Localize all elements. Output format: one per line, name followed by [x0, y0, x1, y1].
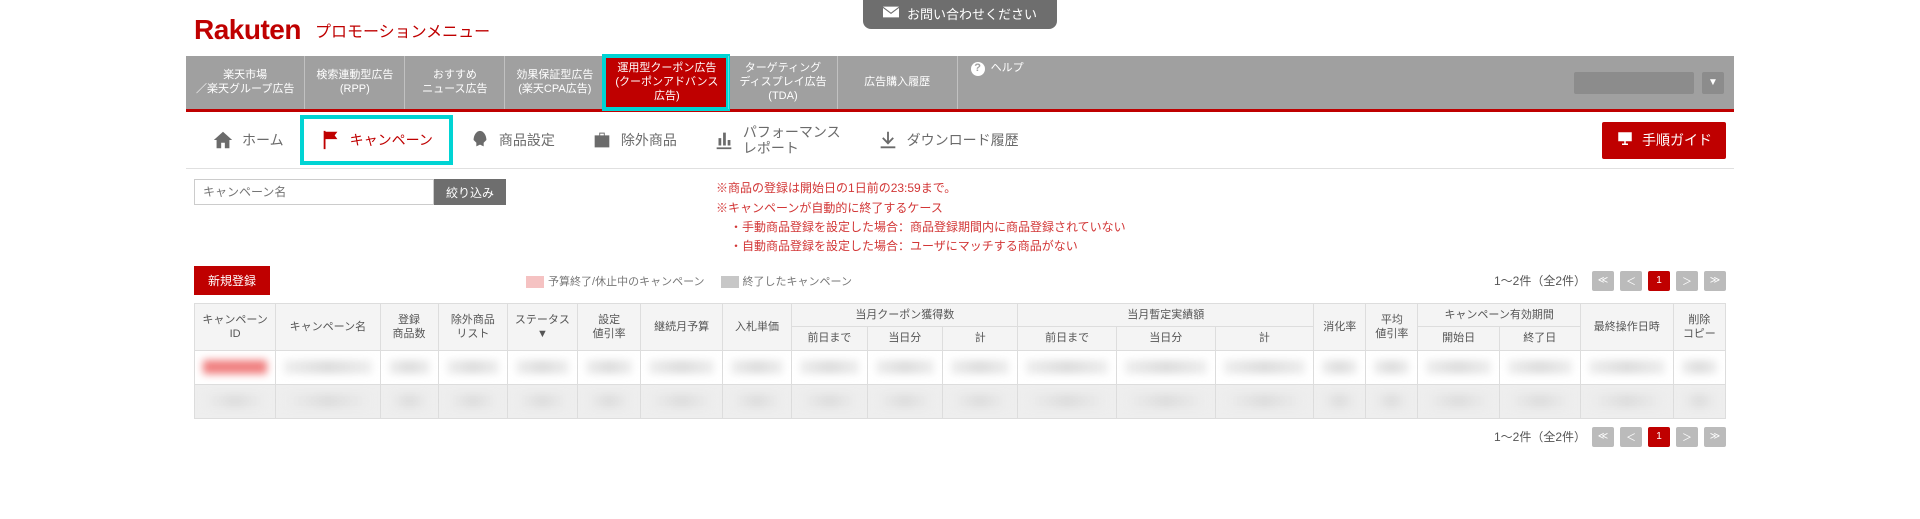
tab-product-settings[interactable]: 商品設定: [451, 117, 573, 163]
global-nav: 楽天市場／楽天グループ広告 検索連動型広告(RPP) おすすめニュース広告 効果…: [186, 56, 1734, 112]
pager-next[interactable]: ＞: [1676, 427, 1698, 447]
col-budget[interactable]: 継続月予算: [641, 304, 722, 351]
guide-button[interactable]: 手順ガイド: [1602, 122, 1726, 159]
col-amount-total[interactable]: 計: [1215, 327, 1314, 350]
pager-prev[interactable]: ＜: [1620, 271, 1642, 291]
pager-next[interactable]: ＞: [1676, 271, 1698, 291]
account-dropdown[interactable]: ▼: [1702, 72, 1724, 94]
tab-campaign[interactable]: キャンペーン: [302, 117, 451, 163]
sub-nav: ホーム キャンペーン 商品設定 除外商品 パフォーマンスレポート ダウンロード履…: [186, 112, 1734, 169]
pager-first[interactable]: ≪: [1592, 271, 1614, 291]
col-amount-today[interactable]: 当日分: [1116, 327, 1215, 350]
tab-home[interactable]: ホーム: [194, 117, 302, 163]
table-row[interactable]: [195, 350, 1726, 384]
col-rate[interactable]: 消化率: [1314, 304, 1366, 351]
briefcase-icon: [591, 129, 613, 151]
new-register-button[interactable]: 新規登録: [194, 266, 270, 295]
tab-exclude-products[interactable]: 除外商品: [573, 117, 695, 163]
gnav-purchase-history[interactable]: 広告購入履歴: [837, 56, 957, 109]
pager-text: 1～2件（全2件）: [1494, 428, 1586, 445]
gnav-help[interactable]: ?ヘルプ: [957, 56, 1037, 109]
gnav-rpp[interactable]: 検索連動型広告(RPP): [304, 56, 404, 109]
legend: 予算終了/休止中のキャンペーン 終了したキャンペーン: [526, 273, 852, 289]
col-avgdisc[interactable]: 平均 値引率: [1366, 304, 1418, 351]
download-icon: [877, 129, 899, 151]
pager-bottom: 1～2件（全2件） ≪ ＜ 1 ＞ ≫: [1494, 427, 1726, 447]
legend-swatch-ended: [721, 276, 739, 288]
gnav-cpa[interactable]: 効果保証型広告(楽天CPA広告): [504, 56, 604, 109]
col-group-coupon: 当月クーポン獲得数: [792, 304, 1018, 327]
table-row[interactable]: [195, 384, 1726, 418]
pager-last[interactable]: ≫: [1704, 271, 1726, 291]
logo: Rakuten: [194, 14, 301, 46]
col-disc[interactable]: 設定 値引率: [577, 304, 641, 351]
col-name[interactable]: キャンペーン名: [276, 304, 380, 351]
pager-first[interactable]: ≪: [1592, 427, 1614, 447]
gnav-coupon-advance[interactable]: 運用型クーポン広告(クーポンアドバンス広告): [604, 56, 728, 109]
pager-text: 1～2件（全2件）: [1494, 272, 1586, 289]
tab-download-history[interactable]: ダウンロード履歴: [859, 117, 1037, 163]
mail-icon: [883, 6, 899, 21]
legend-swatch-paused: [526, 276, 544, 288]
col-coupon-today[interactable]: 当日分: [867, 327, 942, 350]
col-start[interactable]: 開始日: [1418, 327, 1499, 350]
col-id[interactable]: キャンペーン ID: [195, 304, 276, 351]
tab-performance-report[interactable]: パフォーマンスレポート: [695, 112, 859, 168]
col-lastop[interactable]: 最終操作日時: [1580, 304, 1673, 351]
pager-top: 1～2件（全2件） ≪ ＜ 1 ＞ ≫: [1494, 271, 1726, 291]
col-reg[interactable]: 登録 商品数: [380, 304, 438, 351]
search-bar: 絞り込み: [194, 179, 506, 205]
filter-button[interactable]: 絞り込み: [434, 179, 506, 205]
page-title: プロモーションメニュー: [315, 18, 490, 42]
help-icon: ?: [971, 62, 985, 76]
col-delcopy[interactable]: 削除 コピー: [1673, 304, 1725, 351]
gnav-tda[interactable]: ターゲティングディスプレイ広告(TDA): [728, 56, 836, 109]
contact-banner[interactable]: お問い合わせください: [863, 0, 1057, 29]
presentation-icon: [1616, 130, 1634, 151]
gnav-news-ad[interactable]: おすすめニュース広告: [404, 56, 504, 109]
campaign-name-input[interactable]: [194, 179, 434, 205]
col-coupon-total[interactable]: 計: [943, 327, 1018, 350]
campaign-table: キャンペーン ID キャンペーン名 登録 商品数 除外商品 リスト ステータス …: [194, 303, 1726, 419]
notes: ※商品の登録は開始日の1日前の23:59まで。 ※キャンペーンが自動的に終了する…: [716, 179, 1126, 256]
home-icon: [212, 129, 234, 151]
pager-prev[interactable]: ＜: [1620, 427, 1642, 447]
col-status[interactable]: ステータス ▼: [508, 304, 578, 351]
flag-icon: [320, 129, 342, 151]
gnav-rakuten-ichiba[interactable]: 楽天市場／楽天グループ広告: [186, 56, 304, 109]
pager-last[interactable]: ≫: [1704, 427, 1726, 447]
col-coupon-prev[interactable]: 前日まで: [792, 327, 867, 350]
col-end[interactable]: 終了日: [1499, 327, 1580, 350]
contact-label: お問い合わせください: [907, 4, 1037, 23]
col-excl[interactable]: 除外商品 リスト: [438, 304, 508, 351]
pager-page-1[interactable]: 1: [1648, 427, 1670, 447]
col-amount-prev[interactable]: 前日まで: [1018, 327, 1117, 350]
col-group-period: キャンペーン有効期間: [1418, 304, 1580, 327]
col-bid[interactable]: 入札単価: [722, 304, 792, 351]
rocket-icon: [469, 129, 491, 151]
account-label: [1574, 72, 1694, 94]
pager-page-1[interactable]: 1: [1648, 271, 1670, 291]
chart-icon: [713, 129, 735, 151]
col-group-amount: 当月暫定実績額: [1018, 304, 1314, 327]
